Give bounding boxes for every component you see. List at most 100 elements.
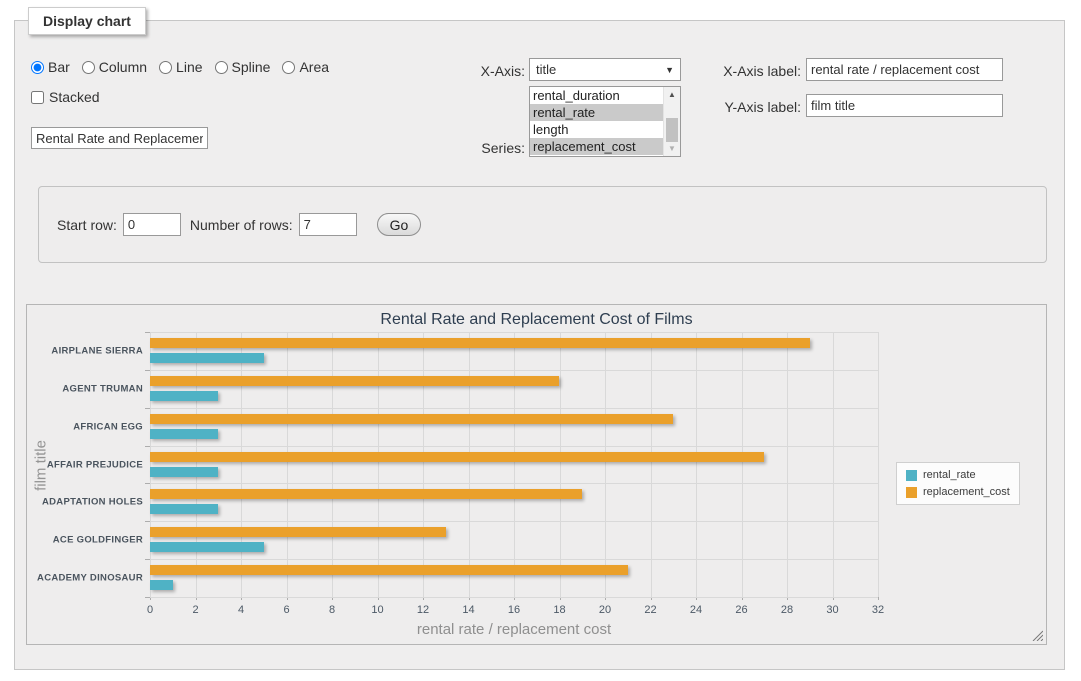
gridline-horizontal bbox=[150, 483, 878, 484]
category-label: ACE GOLDFINGER bbox=[53, 535, 143, 546]
x-tick-label: 32 bbox=[872, 604, 884, 616]
x-tick-label: 12 bbox=[417, 604, 429, 616]
row-controls-panel: Start row: Number of rows: Go bbox=[38, 186, 1047, 263]
page: Display chart Bar Column Line Spline Area St… bbox=[0, 0, 1081, 681]
number-of-rows-input[interactable] bbox=[299, 213, 357, 236]
gridline-vertical bbox=[514, 332, 515, 597]
bar-rental_rate bbox=[150, 504, 218, 514]
gridline-vertical bbox=[287, 332, 288, 597]
x-tick-label: 24 bbox=[690, 604, 702, 616]
chart-type-option-bar[interactable]: Bar bbox=[31, 59, 70, 75]
plot-area: 02468101214161820222426283032AIRPLANE SI… bbox=[150, 332, 878, 597]
radio-label-spline: Spline bbox=[232, 59, 271, 75]
bar-replacement_cost bbox=[150, 376, 559, 386]
chart-title: Rental Rate and Replacement Cost of Film… bbox=[27, 311, 1046, 329]
series-scrollbar[interactable]: ▲ ▼ bbox=[663, 87, 680, 156]
chart-legend: rental_rate replacement_cost bbox=[896, 462, 1020, 505]
bar-replacement_cost bbox=[150, 338, 810, 348]
chart-container: Rental Rate and Replacement Cost of Film… bbox=[26, 304, 1047, 645]
legend-item-rental_rate[interactable]: rental_rate bbox=[906, 469, 1010, 481]
x-tick-label: 30 bbox=[826, 604, 838, 616]
legend-label: replacement_cost bbox=[923, 486, 1010, 498]
x-tick-label: 28 bbox=[781, 604, 793, 616]
category-label: AFFAIR PREJUDICE bbox=[47, 459, 143, 470]
bar-replacement_cost bbox=[150, 452, 764, 462]
x-axis-label-input[interactable] bbox=[806, 58, 1003, 81]
x-tick-label: 18 bbox=[553, 604, 565, 616]
gridline-vertical bbox=[787, 332, 788, 597]
category-label: AGENT TRUMAN bbox=[62, 383, 143, 394]
gridline-vertical bbox=[651, 332, 652, 597]
series-options: rental_durationrental_ratelengthreplacem… bbox=[530, 87, 663, 156]
x-axis-selected-value: title bbox=[536, 62, 665, 77]
bar-rental_rate bbox=[150, 429, 218, 439]
radio-label-bar: Bar bbox=[48, 59, 70, 75]
gridline-vertical bbox=[150, 332, 151, 597]
gridline-horizontal bbox=[150, 408, 878, 409]
x-axis-select-label: X-Axis: bbox=[415, 63, 525, 79]
bar-rental_rate bbox=[150, 467, 218, 477]
series-option-replacement_cost[interactable]: replacement_cost bbox=[530, 138, 663, 155]
scroll-up-icon[interactable]: ▲ bbox=[664, 87, 680, 102]
go-button[interactable]: Go bbox=[377, 213, 422, 236]
x-axis-select[interactable]: title ▼ bbox=[529, 58, 681, 81]
chart-type-option-line[interactable]: Line bbox=[159, 59, 202, 75]
radio-label-column: Column bbox=[99, 59, 147, 75]
radio-spline[interactable] bbox=[215, 61, 228, 74]
bar-replacement_cost bbox=[150, 489, 582, 499]
scroll-down-icon[interactable]: ▼ bbox=[664, 141, 680, 156]
legend-item-replacement_cost[interactable]: replacement_cost bbox=[906, 486, 1010, 498]
series-option-rental_duration[interactable]: rental_duration bbox=[530, 87, 663, 104]
start-row-label: Start row: bbox=[57, 217, 117, 233]
y-tick-mark bbox=[145, 446, 150, 447]
x-tick-mark bbox=[878, 597, 879, 600]
radio-bar[interactable] bbox=[31, 61, 44, 74]
series-option-rental_rate[interactable]: rental_rate bbox=[530, 104, 663, 121]
gridline-horizontal bbox=[150, 559, 878, 560]
radio-line[interactable] bbox=[159, 61, 172, 74]
gridline-vertical bbox=[332, 332, 333, 597]
scrollbar-track[interactable] bbox=[664, 102, 680, 141]
gridline-vertical bbox=[560, 332, 561, 597]
category-label: AFRICAN EGG bbox=[73, 421, 143, 432]
radio-area[interactable] bbox=[282, 61, 295, 74]
bar-replacement_cost bbox=[150, 527, 446, 537]
legend-swatch-icon bbox=[906, 470, 917, 481]
bar-rental_rate bbox=[150, 542, 264, 552]
stacked-label: Stacked bbox=[49, 89, 100, 105]
x-tick-label: 20 bbox=[599, 604, 611, 616]
series-listbox[interactable]: rental_durationrental_ratelengthreplacem… bbox=[529, 86, 681, 157]
x-tick-label: 16 bbox=[508, 604, 520, 616]
series-option-length[interactable]: length bbox=[530, 121, 663, 138]
stacked-checkbox[interactable] bbox=[31, 91, 44, 104]
category-label: ADAPTATION HOLES bbox=[42, 497, 143, 508]
panel-legend: Display chart bbox=[28, 7, 146, 35]
bar-replacement_cost bbox=[150, 414, 673, 424]
gridline-horizontal bbox=[150, 521, 878, 522]
gridline-vertical bbox=[696, 332, 697, 597]
y-axis-label-input[interactable] bbox=[806, 94, 1003, 117]
chart-type-option-area[interactable]: Area bbox=[282, 59, 329, 75]
scrollbar-thumb[interactable] bbox=[666, 118, 678, 142]
y-tick-mark bbox=[145, 521, 150, 522]
gridline-horizontal bbox=[150, 446, 878, 447]
chart-type-option-column[interactable]: Column bbox=[82, 59, 147, 75]
number-of-rows-label: Number of rows: bbox=[190, 217, 293, 233]
category-label: ACADEMY DINOSAUR bbox=[37, 573, 143, 584]
bar-rental_rate bbox=[150, 391, 218, 401]
chart-title-input[interactable] bbox=[31, 127, 208, 149]
x-tick-label: 2 bbox=[192, 604, 198, 616]
gridline-vertical bbox=[378, 332, 379, 597]
y-axis-label-field-label: Y-Axis label: bbox=[691, 99, 801, 115]
x-tick-label: 8 bbox=[329, 604, 335, 616]
radio-label-area: Area bbox=[299, 59, 329, 75]
start-row-input[interactable] bbox=[123, 213, 181, 236]
chart-type-radio-group: Bar Column Line Spline Area bbox=[31, 59, 329, 75]
category-label: AIRPLANE SIERRA bbox=[51, 345, 143, 356]
stacked-option[interactable]: Stacked bbox=[31, 89, 100, 105]
x-tick-label: 4 bbox=[238, 604, 244, 616]
chart-type-option-spline[interactable]: Spline bbox=[215, 59, 271, 75]
resize-handle-icon[interactable] bbox=[1032, 630, 1043, 641]
radio-column[interactable] bbox=[82, 61, 95, 74]
gridline-vertical bbox=[833, 332, 834, 597]
